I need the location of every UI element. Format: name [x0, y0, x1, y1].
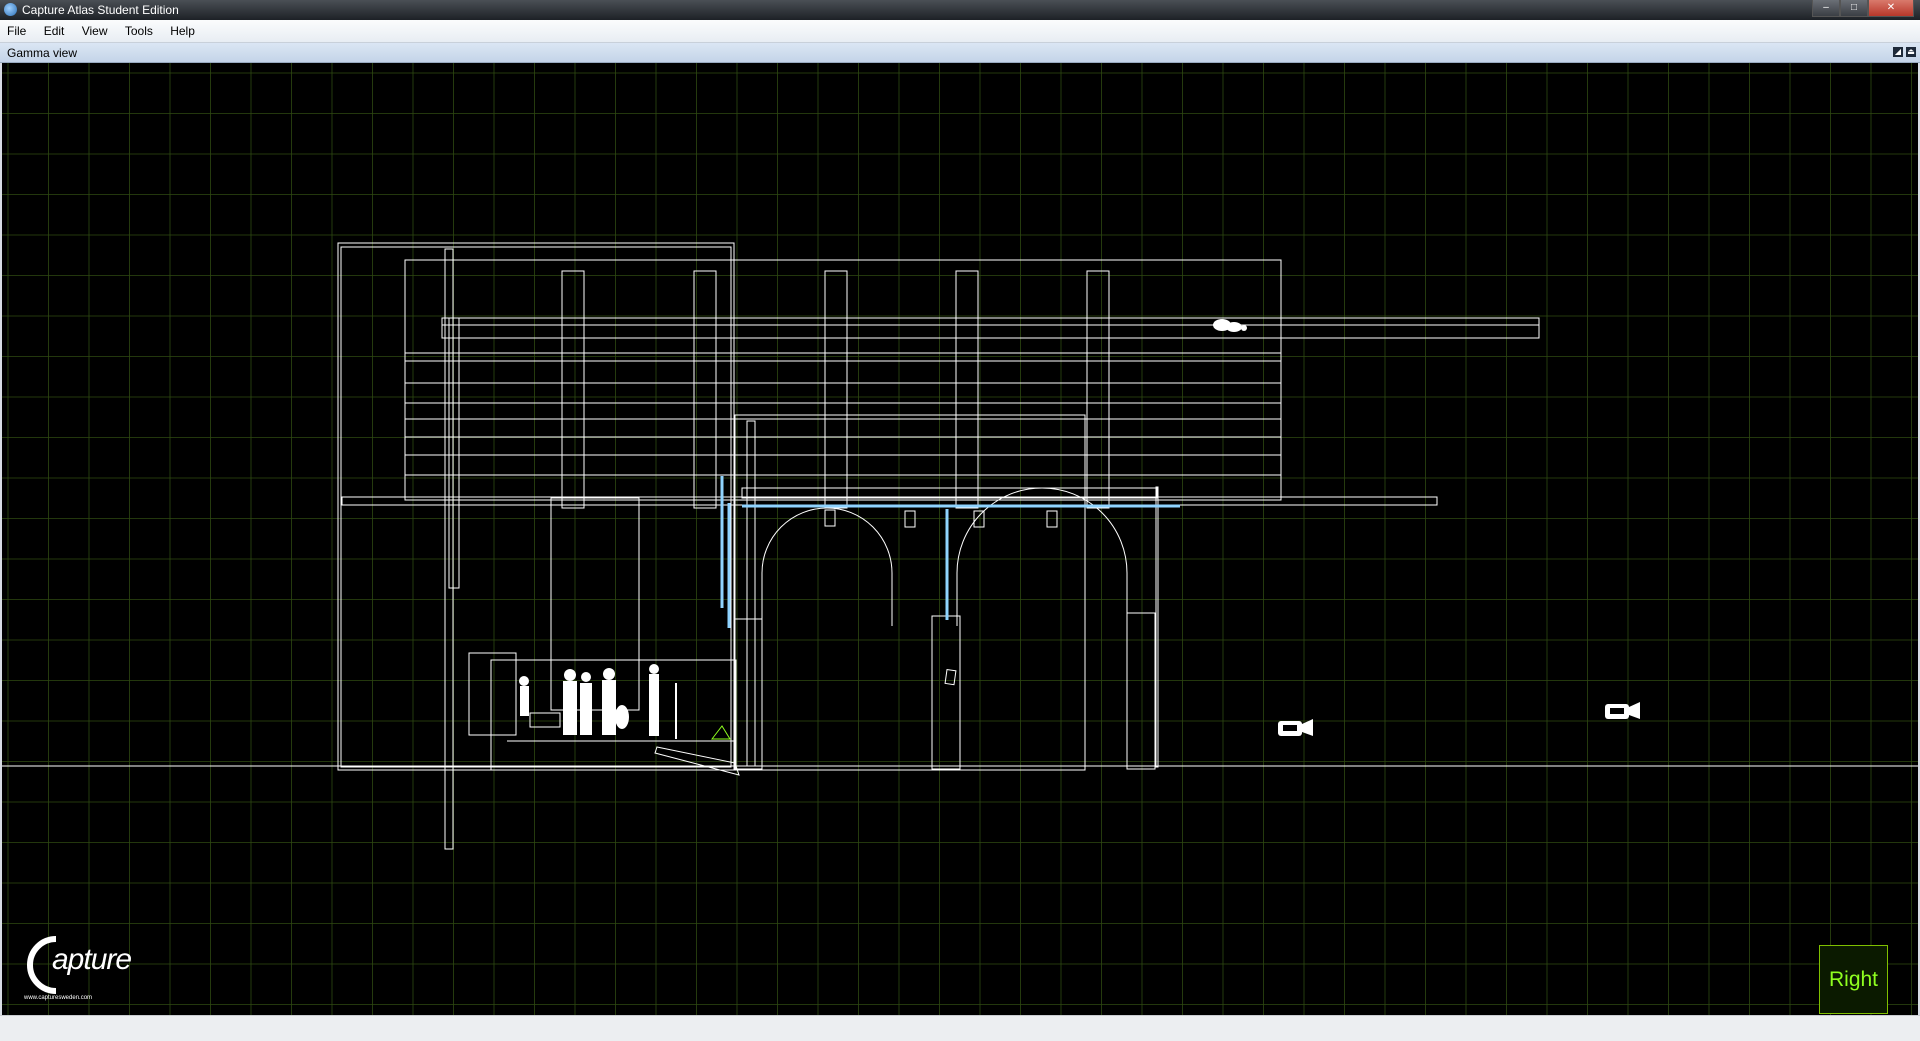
- band-figures: [519, 664, 677, 739]
- post-5: [1086, 270, 1110, 509]
- side-box: [337, 242, 735, 771]
- inner-frame: [734, 414, 1086, 771]
- title-bar: Capture Atlas Student Edition – □ ✕: [0, 0, 1920, 20]
- post-2: [693, 270, 717, 509]
- lantern-2: [904, 510, 916, 528]
- grid: [2, 63, 1918, 1015]
- ramp: [654, 746, 740, 776]
- column-3: [1126, 612, 1156, 770]
- view-header-controls: ◢ ⏏: [1893, 47, 1916, 57]
- status-bar: [0, 1015, 1920, 1041]
- menu-edit[interactable]: Edit: [37, 20, 72, 42]
- capture-logo: apture www.capturesweden.com: [16, 925, 132, 1005]
- long-beam: [441, 317, 1540, 339]
- column-1: [734, 618, 763, 770]
- view-orientation-button[interactable]: Right: [1819, 945, 1888, 1014]
- pipes: [720, 476, 1180, 628]
- lantern-1: [824, 509, 836, 527]
- camera-icon-1[interactable]: [1278, 719, 1313, 736]
- column-2: [931, 615, 961, 770]
- sign: [944, 668, 957, 686]
- window-title: Capture Atlas Student Edition: [22, 3, 179, 17]
- window-controls: – □ ✕: [1812, 0, 1914, 17]
- wireframe-scene[interactable]: [2, 63, 1918, 1015]
- menu-help[interactable]: Help: [163, 20, 202, 42]
- restore-view-icon[interactable]: ◢: [1893, 47, 1903, 57]
- menu-view[interactable]: View: [75, 20, 115, 42]
- view-header: Gamma view ◢ ⏏: [0, 43, 1920, 63]
- lantern-4: [1046, 510, 1058, 528]
- stage-structure: [2, 242, 1918, 850]
- hanging-screen: [550, 497, 640, 711]
- speaker-box: [468, 652, 517, 736]
- post-4: [955, 270, 979, 509]
- post-1: [561, 270, 585, 509]
- menu-file[interactable]: File: [0, 20, 33, 42]
- maximize-button[interactable]: □: [1840, 0, 1868, 17]
- green-marker: [710, 725, 731, 740]
- camera-icon-2[interactable]: [1605, 702, 1640, 719]
- gamma-viewport[interactable]: apture www.capturesweden.com Right: [2, 63, 1918, 1015]
- menu-bar: File Edit View Tools Help: [0, 20, 1920, 43]
- logo-word: apture: [52, 943, 132, 976]
- view-title: Gamma view: [7, 46, 78, 60]
- post-3: [824, 270, 848, 509]
- menu-tools[interactable]: Tools: [118, 20, 160, 42]
- eject-view-icon[interactable]: ⏏: [1906, 47, 1916, 57]
- logo-url: www.capturesweden.com: [24, 995, 93, 1001]
- close-button[interactable]: ✕: [1868, 0, 1914, 17]
- minimize-button[interactable]: –: [1812, 0, 1840, 17]
- lantern-3: [973, 510, 985, 528]
- app-icon: [4, 3, 17, 16]
- truss-block: [404, 259, 1282, 501]
